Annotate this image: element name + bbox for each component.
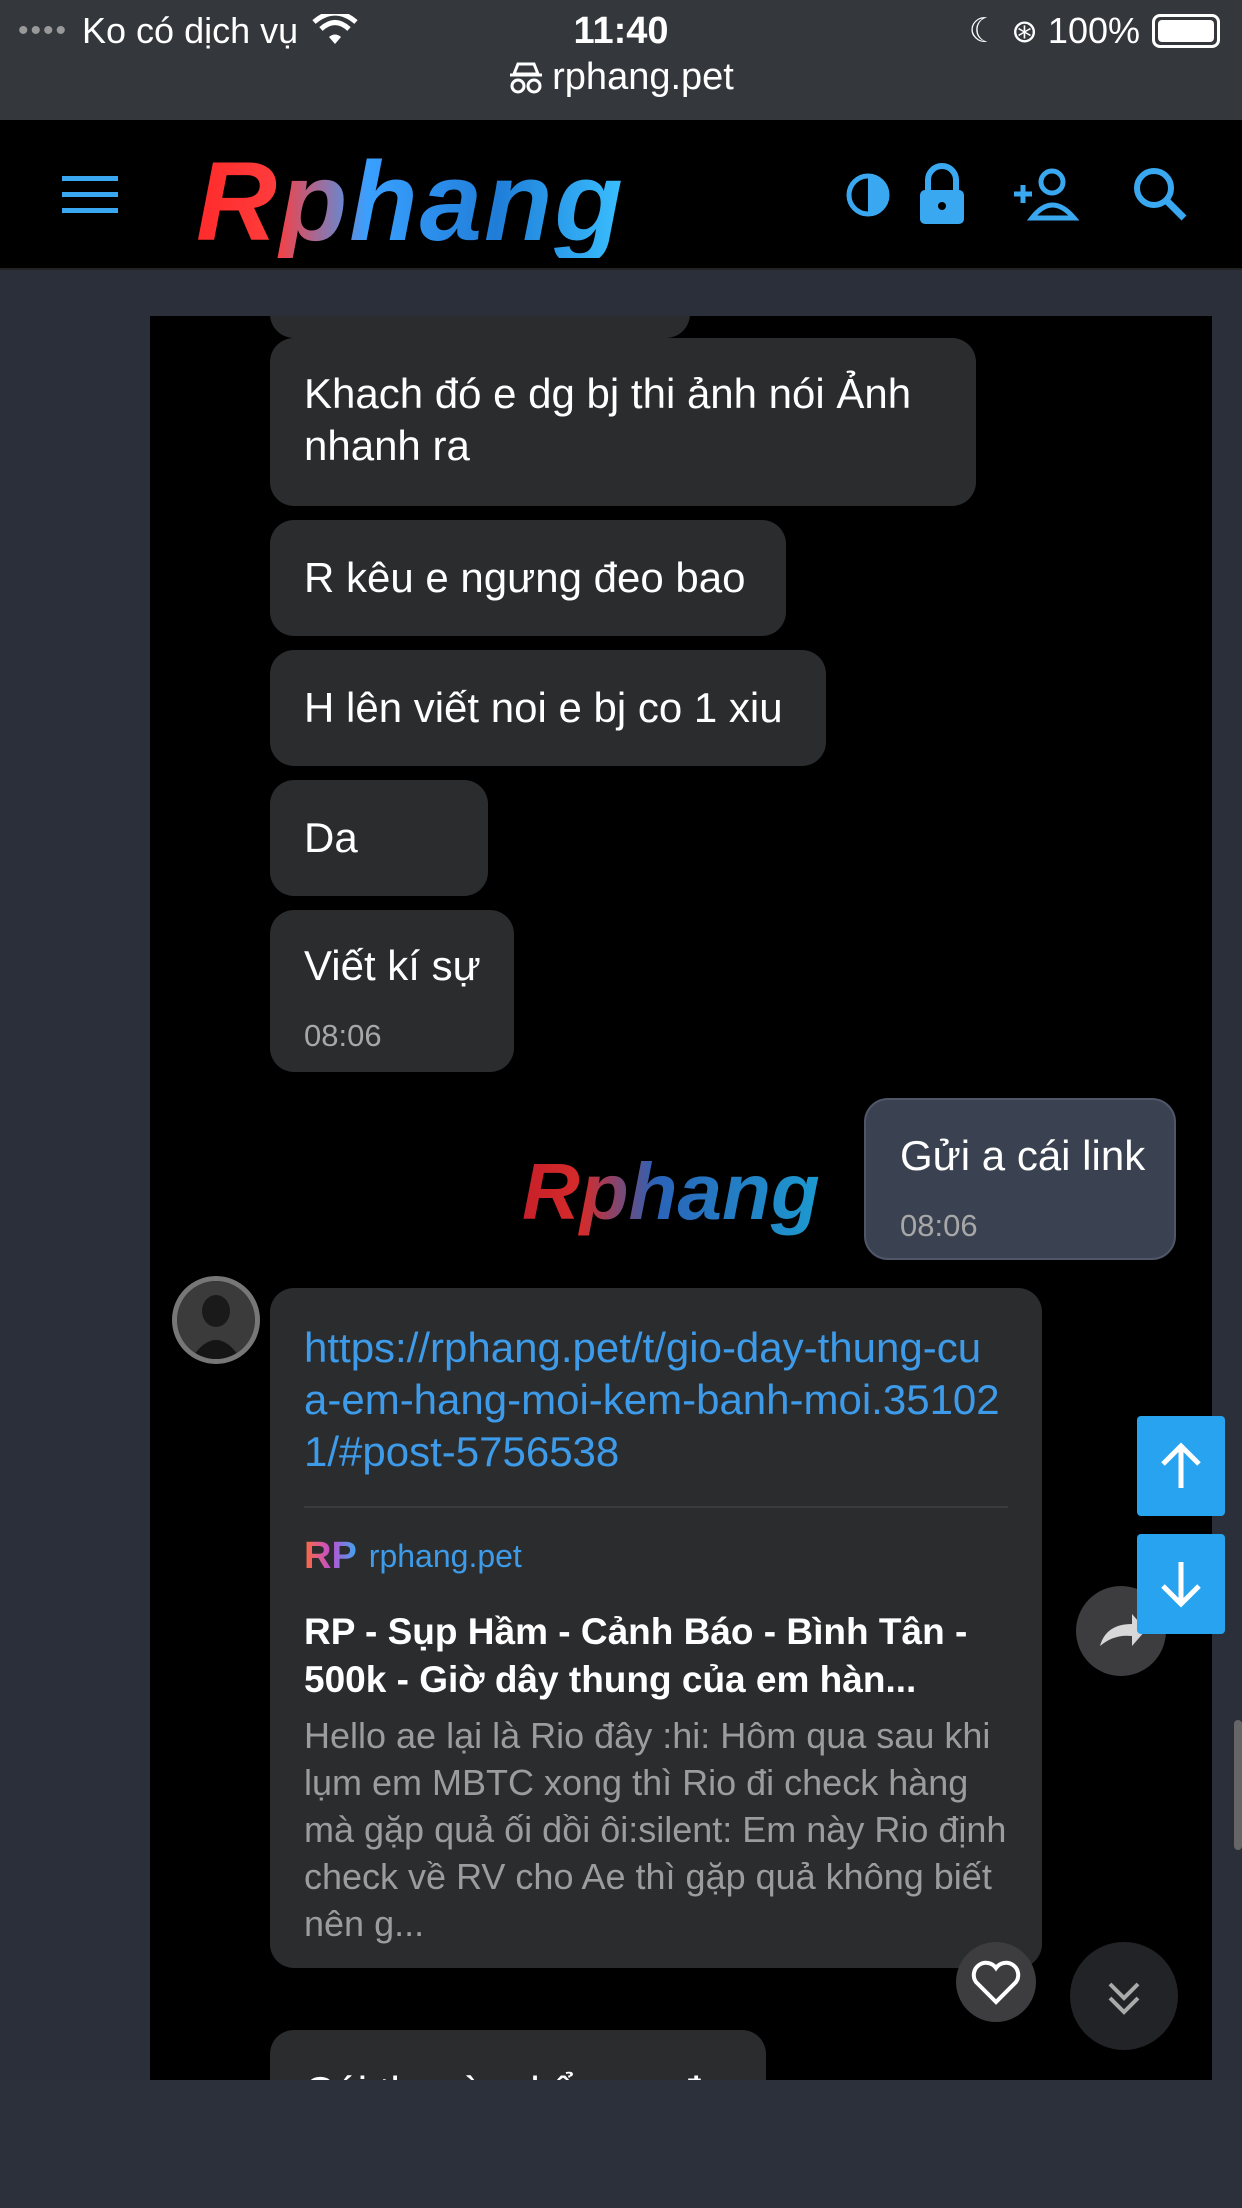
link-message-bubble: https://rphang.pet/t/gio-day-thung-cua-e… — [270, 1288, 1042, 1968]
message-text: H lên viết noi e bj co 1 xiu — [304, 684, 783, 731]
message-text: Da — [304, 814, 358, 861]
status-bar: •••• Ko có dịch vụ 11:40 ☾ ⊛ 100% rphang… — [0, 0, 1242, 120]
theme-toggle-icon[interactable] — [838, 160, 908, 230]
avatar-image-icon — [177, 1281, 255, 1359]
preview-excerpt: Hello ae lại là Rio đây :hi: Hôm qua sau… — [304, 1715, 1007, 1944]
heart-icon — [971, 1960, 1021, 2005]
preview-site-row: RP rphang.pet — [304, 1530, 522, 1582]
like-button[interactable] — [956, 1942, 1036, 2022]
message-bubble: Khach đó e dg bj thi ảnh nói Ảnh nhanh r… — [270, 338, 976, 506]
sender-logo: Rphang — [522, 1147, 820, 1236]
search-icon[interactable] — [1126, 160, 1196, 230]
message-text: Khach đó e dg bj thi ảnh nói Ảnh nhanh r… — [304, 370, 912, 469]
page-scrollbar[interactable] — [1234, 1720, 1242, 1850]
battery-icon — [1152, 14, 1220, 48]
incognito-icon — [510, 62, 543, 93]
site-favicon: RP — [304, 1530, 357, 1582]
preview-divider — [304, 1506, 1008, 1508]
message-bubble: R kêu e ngưng đeo bao — [270, 520, 786, 636]
address-bar[interactable]: rphang.pet — [0, 56, 1242, 99]
own-message-bubble: Gửi a cái link 08:06 — [864, 1098, 1176, 1260]
message-text: R kêu e ngưng đeo bao — [304, 554, 746, 601]
jump-to-latest-button[interactable] — [1070, 1942, 1178, 2050]
arrow-down-icon — [1161, 1562, 1201, 1608]
message-bubble: Viết kí sự 08:06 — [270, 910, 514, 1072]
chat-thread[interactable]: Khach đó e dg bj thi ảnh nói Ảnh nhanh r… — [150, 316, 1212, 2080]
lock-icon[interactable] — [908, 160, 978, 230]
battery-percent: 100% — [1047, 10, 1140, 51]
double-chevron-down-icon — [1108, 1982, 1140, 2015]
url-text: rphang.pet — [552, 56, 734, 98]
message-bubble: H lên viết noi e bj co 1 xiu — [270, 650, 826, 766]
message-text: Gửi a cái link — [900, 1132, 1146, 1179]
partial-bubble-top — [270, 316, 690, 338]
moon-icon: ☾ — [968, 12, 1000, 50]
message-time: 08:06 — [304, 1018, 382, 1053]
message-time: 08:06 — [900, 1208, 978, 1243]
message-link[interactable]: https://rphang.pet/t/gio-day-thung-cua-e… — [304, 1322, 1004, 1478]
message-bubble: Da — [270, 780, 488, 896]
rotation-lock-icon: ⊛ — [1011, 13, 1038, 49]
link-preview-card[interactable]: RP rphang.pet RP - Sụp Hầm - Cảnh Báo - … — [304, 1530, 1008, 1950]
avatar[interactable] — [172, 1276, 260, 1364]
site-logo[interactable]: Rphang — [196, 146, 625, 258]
scroll-top-button[interactable] — [1137, 1416, 1225, 1516]
scroll-bottom-button[interactable] — [1137, 1534, 1225, 1634]
hamburger-menu-icon[interactable] — [58, 160, 128, 230]
bottom-toolbar — [0, 2080, 1242, 2208]
preview-site-name: rphang.pet — [368, 1538, 522, 1574]
site-header: Rphang — [0, 120, 1242, 270]
status-right: ☾ ⊛ 100% — [969, 10, 1220, 52]
arrow-up-icon — [1161, 1442, 1201, 1488]
message-text: Cái th mà e kể ya a đo — [304, 2066, 724, 2080]
message-text: Viết kí sự — [304, 942, 481, 989]
partial-bubble-bottom: Cái th mà e kể ya a đo — [270, 2030, 766, 2080]
add-user-icon[interactable] — [1012, 160, 1082, 230]
preview-title: RP - Sụp Hầm - Cảnh Báo - Bình Tân - 500… — [304, 1611, 968, 1700]
